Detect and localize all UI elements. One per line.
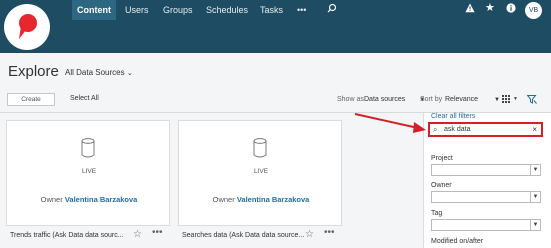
user-avatar[interactable]: VB bbox=[525, 2, 542, 19]
chevron-down-icon: ▼ bbox=[494, 97, 500, 103]
chevron-down-icon: ▼ bbox=[530, 165, 540, 175]
page-title: Explore bbox=[8, 63, 59, 80]
database-icon bbox=[253, 138, 267, 158]
database-icon bbox=[81, 138, 95, 158]
show-as-dropdown[interactable]: Data sources ▼ bbox=[364, 96, 425, 103]
data-source-dropdown-label: All Data Sources bbox=[65, 68, 125, 77]
grid-view-icon[interactable] bbox=[502, 95, 511, 105]
card-title[interactable]: Searches data (Ask Data data source... bbox=[182, 232, 304, 239]
sort-by-dropdown[interactable]: Relevance ▼ bbox=[445, 96, 500, 103]
owner-link[interactable]: Valentina Barzakova bbox=[65, 195, 138, 204]
card-owner: Owner Valentina Barzakova bbox=[7, 195, 171, 204]
favorite-star-icon[interactable]: ☆ bbox=[133, 229, 142, 240]
site-logo[interactable] bbox=[4, 4, 50, 50]
alert-icon[interactable] bbox=[465, 3, 475, 16]
more-actions-icon[interactable]: ••• bbox=[152, 227, 163, 238]
owner-link[interactable]: Valentina Barzakova bbox=[237, 195, 310, 204]
nav-tasks[interactable]: Tasks bbox=[260, 0, 283, 20]
data-source-dropdown[interactable]: All Data Sources ⌄ bbox=[65, 68, 133, 77]
nav-content[interactable]: Content bbox=[72, 0, 116, 20]
top-nav: Content Users Groups Schedules Tasks •••… bbox=[0, 0, 551, 53]
nav-groups[interactable]: Groups bbox=[163, 0, 193, 20]
card-owner: Owner Valentina Barzakova bbox=[179, 195, 343, 204]
data-source-card[interactable]: LIVE Owner Valentina Barzakova bbox=[6, 120, 170, 226]
search-icon: ⌕ bbox=[433, 125, 438, 134]
search-icon[interactable] bbox=[327, 3, 337, 16]
connection-type: LIVE bbox=[253, 168, 269, 175]
nav-schedules[interactable]: Schedules bbox=[206, 0, 248, 20]
clear-search-icon[interactable]: × bbox=[532, 125, 537, 134]
select-all-button[interactable]: Select All bbox=[70, 95, 99, 102]
show-as-label: Show as bbox=[337, 96, 364, 103]
create-button[interactable]: Create bbox=[7, 93, 55, 106]
sort-by-value: Relevance bbox=[445, 96, 479, 103]
owner-select[interactable]: ▼ bbox=[431, 191, 541, 203]
nav-more[interactable]: ••• bbox=[297, 0, 306, 20]
clear-all-filters-link[interactable]: Clear all filters bbox=[431, 113, 475, 120]
owner-prefix: Owner bbox=[40, 195, 63, 204]
card-title[interactable]: Trends traffic (Ask Data data sourc... bbox=[10, 232, 124, 239]
filter-label-modified: Modified on/after bbox=[431, 238, 484, 245]
filter-label-tag: Tag bbox=[431, 210, 443, 217]
favorite-star-icon[interactable]: ☆ bbox=[305, 229, 314, 240]
favorites-star-icon[interactable]: ★ bbox=[485, 1, 495, 14]
filter-search-input[interactable]: ⌕ ask data × bbox=[428, 122, 543, 137]
filter-label-project: Project bbox=[431, 155, 453, 162]
owner-prefix: Owner bbox=[212, 195, 235, 204]
chevron-down-icon[interactable]: ▼ bbox=[513, 96, 518, 102]
chevron-down-icon: ▼ bbox=[530, 220, 540, 230]
data-source-card[interactable]: LIVE Owner Valentina Barzakova bbox=[178, 120, 342, 226]
info-icon[interactable] bbox=[506, 3, 516, 16]
tag-select[interactable]: ▼ bbox=[431, 219, 541, 231]
chevron-down-icon: ▼ bbox=[530, 192, 540, 202]
filter-search-value: ask data bbox=[444, 126, 471, 133]
show-as-value: Data sources bbox=[364, 96, 406, 103]
project-select[interactable]: ▼ bbox=[431, 164, 541, 176]
chevron-down-icon: ⌄ bbox=[126, 70, 133, 77]
more-actions-icon[interactable]: ••• bbox=[324, 227, 335, 238]
logo-icon bbox=[19, 14, 37, 39]
filter-icon[interactable] bbox=[526, 95, 537, 106]
filter-label-owner: Owner bbox=[431, 182, 452, 189]
sort-by-label: Sort by bbox=[420, 96, 443, 103]
connection-type: LIVE bbox=[81, 168, 97, 175]
nav-users[interactable]: Users bbox=[125, 0, 149, 20]
